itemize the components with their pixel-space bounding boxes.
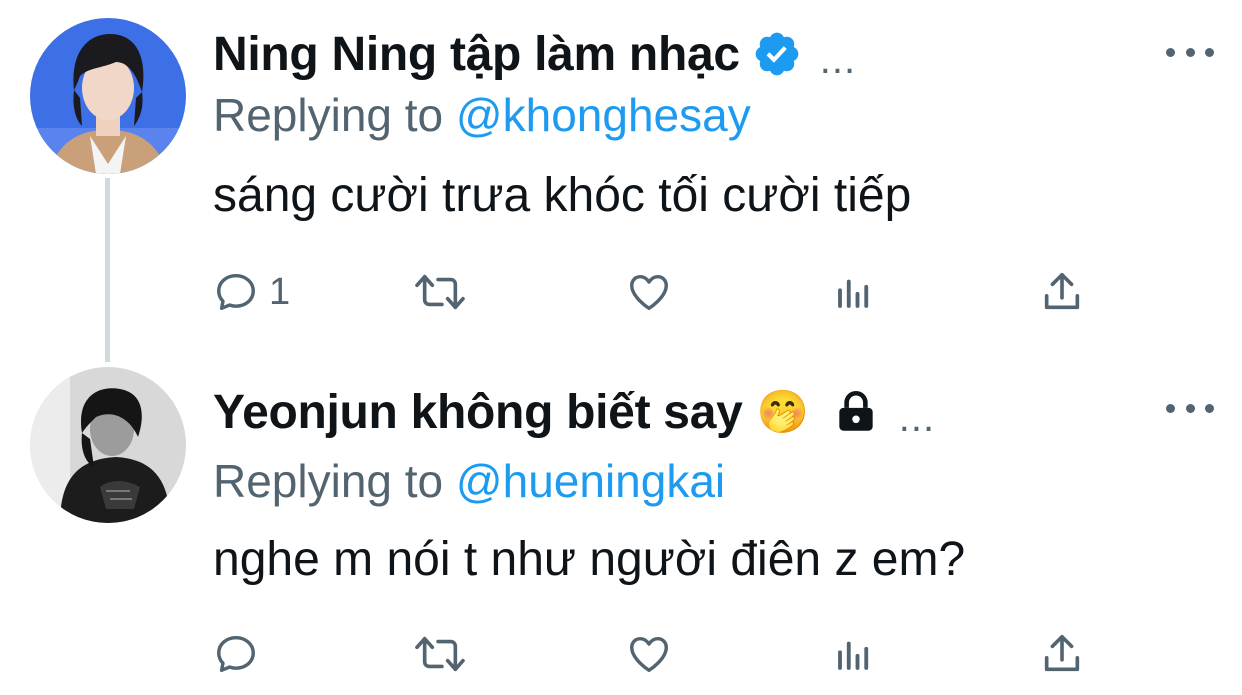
share-button[interactable]: [1039, 626, 1085, 682]
retweet-icon: [413, 269, 467, 315]
share-icon: [1039, 269, 1085, 315]
more-icon[interactable]: [1166, 40, 1214, 64]
lock-icon: [831, 387, 881, 437]
tweet-header: Yeonjun không biết say 🤭 ...: [213, 382, 935, 442]
tweet-2[interactable]: Yeonjun không biết say 🤭 ... Replying to…: [0, 360, 1242, 695]
replying-prefix: Replying to: [213, 455, 444, 507]
tweet-text: nghe m nói t như người điên z em?: [213, 533, 966, 586]
retweet-button[interactable]: [413, 264, 467, 320]
more-icon[interactable]: [1166, 396, 1214, 420]
like-button[interactable]: [625, 264, 673, 320]
avatar[interactable]: [30, 18, 186, 174]
views-icon: [833, 631, 875, 677]
action-bar: 1: [213, 264, 1093, 320]
replying-handle-link[interactable]: @hueningkai: [456, 455, 725, 507]
avatar[interactable]: [30, 367, 186, 523]
like-button[interactable]: [625, 626, 673, 682]
replying-to: Replying to @khonghesay: [213, 88, 751, 142]
views-button[interactable]: [833, 264, 875, 320]
like-icon: [625, 269, 673, 315]
reply-button[interactable]: 1: [213, 264, 290, 320]
emoji-hand-over-mouth: 🤭: [756, 388, 809, 435]
like-icon: [625, 631, 673, 677]
views-icon: [833, 269, 875, 315]
verified-badge-icon: [752, 29, 802, 79]
tweet-1[interactable]: Ning Ning tập làm nhạc ... Replying to @…: [0, 0, 1242, 360]
tweet-header: Ning Ning tập làm nhạc ...: [213, 24, 856, 84]
tweet-text: sáng cười trưa khóc tối cười tiếp: [213, 169, 912, 222]
display-name[interactable]: Yeonjun không biết say: [213, 385, 743, 440]
header-ellipsis: ...: [819, 37, 857, 82]
retweet-icon: [413, 631, 467, 677]
header-ellipsis: ...: [898, 395, 936, 440]
reply-icon: [213, 269, 259, 315]
reply-count: 1: [269, 270, 291, 313]
share-button[interactable]: [1039, 264, 1085, 320]
replying-handle-link[interactable]: @khonghesay: [456, 89, 751, 141]
retweet-button[interactable]: [413, 626, 467, 682]
replying-prefix: Replying to: [213, 89, 444, 141]
reply-icon: [213, 631, 259, 677]
display-name[interactable]: Ning Ning tập làm nhạc: [213, 27, 740, 82]
action-bar: [213, 626, 1093, 682]
views-button[interactable]: [833, 626, 875, 682]
share-icon: [1039, 631, 1085, 677]
reply-button[interactable]: [213, 626, 269, 682]
replying-to: Replying to @hueningkai: [213, 454, 725, 508]
